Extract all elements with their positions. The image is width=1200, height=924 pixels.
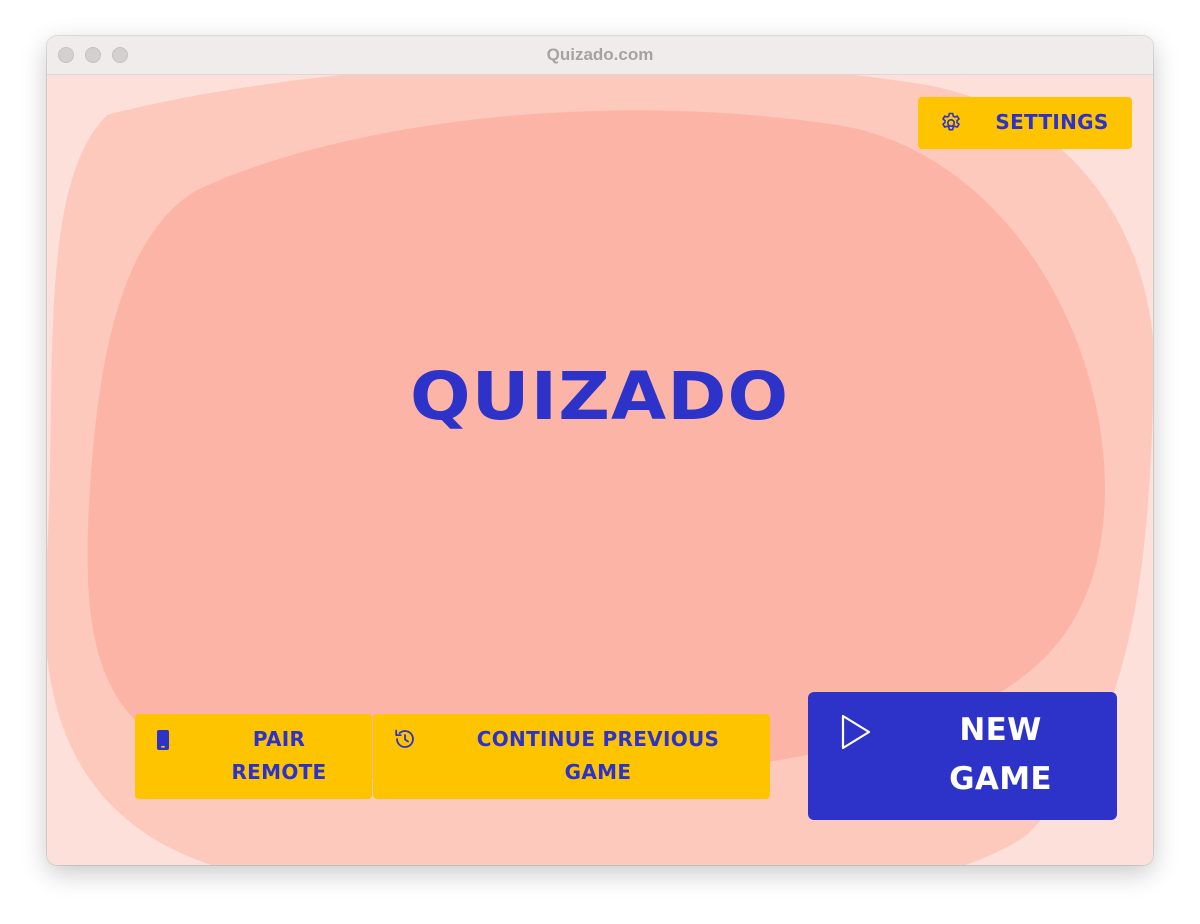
- continue-label-line2: GAME: [564, 760, 632, 784]
- app-window: Quizado.com QUIZADO SETTINGS PAIR REMOTE…: [47, 36, 1153, 865]
- play-icon: [840, 714, 872, 754]
- new-game-button[interactable]: NEW GAME: [808, 692, 1117, 820]
- logo-container: QUIZADO: [47, 364, 1153, 430]
- gear-icon: [939, 111, 963, 139]
- history-icon: [393, 727, 417, 755]
- window-title: Quizado.com: [546, 45, 654, 64]
- main-content: QUIZADO SETTINGS PAIR REMOTE CONTINUE PR…: [47, 75, 1153, 865]
- settings-label: SETTINGS: [995, 110, 1109, 134]
- title-bar: Quizado.com: [47, 36, 1153, 75]
- pair-remote-button[interactable]: PAIR REMOTE: [135, 714, 372, 799]
- continue-previous-game-button[interactable]: CONTINUE PREVIOUS GAME: [373, 714, 770, 799]
- quizado-logo: QUIZADO: [410, 358, 790, 435]
- background-blob-inner: [87, 110, 1106, 783]
- phone-icon: [156, 729, 170, 755]
- pair-label-line1: PAIR: [252, 727, 306, 751]
- pair-label-line2: REMOTE: [231, 760, 327, 784]
- continue-label-line1: CONTINUE PREVIOUS: [476, 727, 720, 751]
- new-game-label-line1: NEW: [959, 712, 1042, 748]
- new-game-label-line2: GAME: [949, 761, 1052, 797]
- settings-button[interactable]: SETTINGS: [918, 97, 1132, 149]
